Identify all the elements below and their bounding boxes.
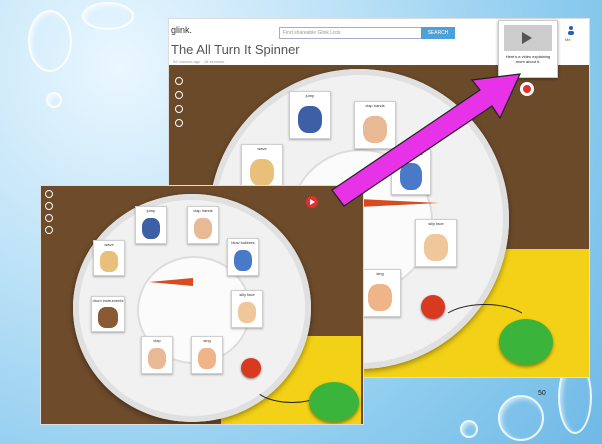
picture-card: silly face	[231, 290, 263, 328]
card-label: jump	[146, 208, 156, 213]
silly-face-icon	[238, 301, 256, 324]
card-label: clap hands	[193, 208, 213, 213]
wave-icon	[100, 251, 118, 272]
picture-card: silly face	[415, 219, 457, 267]
spinner-needle	[149, 278, 193, 286]
wave-icon	[250, 158, 274, 187]
silly-face-icon	[424, 233, 448, 262]
card-label: drum instruments	[92, 298, 124, 303]
drum-icon	[98, 307, 118, 328]
card-label: blow bubbles	[231, 240, 255, 245]
card-label: silly face	[239, 292, 255, 297]
bubble-decoration	[82, 2, 134, 30]
arrow-icon	[331, 73, 521, 207]
share-icon[interactable]	[45, 190, 53, 198]
picture-card: jump	[135, 206, 167, 244]
page-title: The All Turn It Spinner	[171, 42, 300, 57]
card-label: clap	[153, 338, 161, 343]
video-meta: 52 minutes ago · 18 seconds	[173, 59, 225, 64]
picture-card: clap hands	[187, 206, 219, 244]
share-icon[interactable]	[175, 77, 183, 85]
side-toolbar	[45, 190, 53, 234]
user-icon[interactable]	[567, 25, 575, 35]
link-icon[interactable]	[175, 91, 183, 99]
card-label: wave	[104, 242, 114, 247]
bubble-decoration	[46, 92, 62, 108]
card-label: sing	[203, 338, 211, 343]
jump-icon	[142, 217, 160, 240]
side-toolbar	[175, 77, 183, 127]
user-label: Me	[565, 37, 571, 42]
popup-caption: Here's a video explaining more about it.	[505, 54, 551, 64]
video-thumbnail[interactable]	[504, 25, 552, 51]
bubble-decoration	[28, 10, 72, 72]
clap-icon	[148, 347, 166, 370]
play-button[interactable]	[306, 196, 318, 208]
clap-hands-icon	[194, 217, 212, 240]
picture-card: sing	[191, 336, 223, 374]
picture-card: jump	[289, 91, 331, 139]
jump-icon	[298, 105, 322, 134]
card-label: jump	[305, 93, 315, 98]
play-icon	[522, 32, 532, 44]
green-switch	[309, 382, 359, 422]
picture-card: clap	[141, 336, 173, 374]
red-button	[421, 295, 445, 319]
logo[interactable]: glink.	[171, 25, 192, 35]
bubble-decoration	[498, 395, 544, 441]
settings-icon[interactable]	[175, 105, 183, 113]
bubble-decoration	[460, 420, 478, 438]
picture-card: wave	[93, 240, 125, 276]
search-button[interactable]: SEARCH	[421, 27, 455, 39]
picture-card: drum instruments	[91, 296, 125, 332]
card-label: sing	[376, 271, 384, 276]
link-icon[interactable]	[45, 202, 53, 210]
user-icon[interactable]	[45, 226, 53, 234]
settings-icon[interactable]	[45, 214, 53, 222]
bubbles-icon	[234, 249, 252, 272]
picture-card: sing	[359, 269, 401, 317]
card-label: silly face	[428, 221, 444, 226]
card-label: wave	[257, 146, 267, 151]
page-number: 50	[538, 390, 546, 397]
search-input[interactable]: Find shareable Glink Lists	[279, 27, 427, 39]
green-switch	[499, 319, 553, 365]
sing-face-icon	[198, 347, 216, 370]
inset-screenshot: jump clap hands blow bubbles silly face …	[40, 185, 364, 425]
sing-face-icon	[368, 283, 392, 312]
picture-card: blow bubbles	[227, 238, 259, 276]
user-icon[interactable]	[175, 119, 183, 127]
